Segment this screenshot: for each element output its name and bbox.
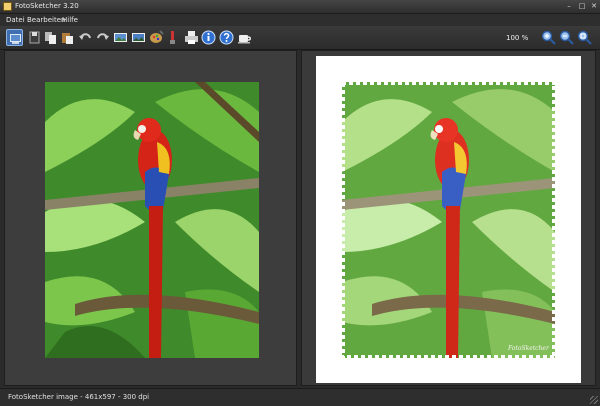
zoom-out-icon — [559, 30, 574, 45]
open-image-button[interactable] — [6, 29, 23, 46]
status-text: FotoSketcher image - 461x597 - 300 dpi — [8, 393, 150, 401]
artwork-signature: FotoSketcher — [508, 345, 549, 352]
save-button[interactable] — [26, 29, 43, 46]
show-original-button[interactable] — [112, 29, 129, 46]
zoom-in-icon — [541, 30, 556, 45]
maximize-button[interactable]: □ — [576, 2, 588, 11]
landscape-image-icon — [114, 33, 127, 42]
info-button[interactable] — [200, 29, 217, 46]
show-result-button[interactable] — [130, 29, 147, 46]
toolbar: 100 % — [0, 26, 600, 50]
copy-icon — [45, 32, 56, 44]
paint-brush-icon — [170, 31, 175, 44]
original-image-panel[interactable] — [4, 50, 297, 386]
palette-icon — [150, 30, 164, 43]
zoom-fit-button[interactable] — [576, 29, 593, 46]
redo-button[interactable] — [94, 29, 111, 46]
painting-settings-button[interactable] — [148, 29, 165, 46]
paste-button[interactable] — [59, 29, 76, 46]
paste-icon — [62, 33, 73, 44]
window-title: FotoSketcher 3.20 — [15, 2, 79, 10]
close-button[interactable]: ✕ — [588, 2, 600, 11]
zoom-in-button[interactable] — [540, 29, 557, 46]
title-bar: FotoSketcher 3.20 – □ ✕ — [0, 0, 600, 14]
redo-icon — [97, 33, 109, 40]
undo-icon — [79, 33, 91, 40]
menu-hilfe[interactable]: Hilfe — [62, 16, 78, 24]
print-button[interactable] — [183, 29, 200, 46]
status-bar: FotoSketcher image - 461x597 - 300 dpi — [0, 388, 600, 406]
resize-grip[interactable] — [590, 396, 598, 404]
info-icon — [201, 30, 216, 45]
zoom-level: 100 % — [506, 34, 529, 42]
menu-bearbeiten[interactable]: Bearbeiten — [27, 16, 65, 24]
printer-icon — [185, 31, 198, 44]
menu-datei[interactable]: Datei — [6, 16, 25, 24]
original-photo — [45, 82, 259, 358]
painted-photo — [342, 82, 555, 358]
result-image-panel[interactable]: FotoSketcher — [301, 50, 596, 386]
zoom-fit-icon — [577, 30, 592, 45]
app-icon — [3, 2, 12, 11]
result-canvas: FotoSketcher — [316, 56, 581, 383]
coffee-button[interactable] — [236, 29, 253, 46]
copy-button[interactable] — [42, 29, 59, 46]
help-icon — [219, 30, 234, 45]
floppy-disk-icon — [29, 31, 40, 44]
coffee-cup-icon — [238, 35, 251, 44]
draw-button[interactable] — [164, 29, 181, 46]
menu-bar: Datei Bearbeiten Hilfe — [0, 14, 600, 26]
undo-button[interactable] — [77, 29, 94, 46]
open-image-icon — [10, 34, 21, 44]
zoom-out-button[interactable] — [558, 29, 575, 46]
minimize-button[interactable]: – — [563, 2, 575, 11]
help-button[interactable] — [218, 29, 235, 46]
landscape-image-icon — [132, 33, 145, 42]
